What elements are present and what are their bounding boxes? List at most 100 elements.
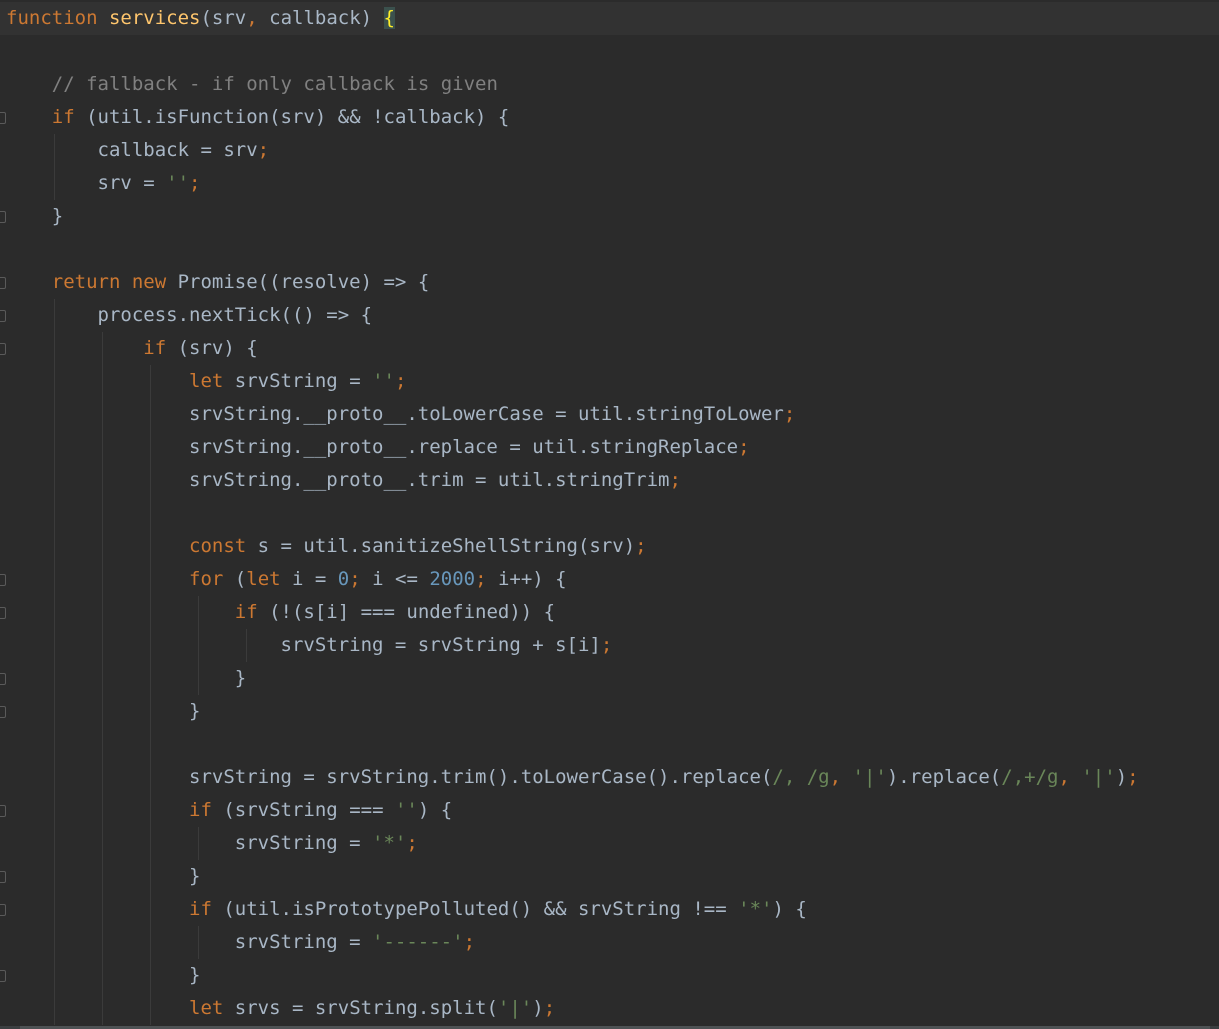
code-line-text: srvString.__proto__.trim = util.stringTr…	[6, 464, 681, 497]
token-plain: srvString = srvString.trim().toLowerCase…	[6, 766, 773, 788]
fold-marker-icon[interactable]	[0, 310, 6, 322]
code-line[interactable]: srvString.__proto__.toLowerCase = util.s…	[0, 398, 1219, 431]
fold-marker-icon[interactable]	[0, 112, 6, 124]
code-line[interactable]: srvString = srvString + s[i];	[0, 629, 1219, 662]
token-keyword: ;	[257, 139, 270, 161]
indent-guide	[198, 926, 199, 959]
token-comment: // fallback - if only callback is given	[51, 73, 498, 95]
token-keyword: for	[189, 568, 224, 590]
code-line[interactable]: if (srv) {	[0, 332, 1219, 365]
code-line[interactable]: if (srvString === '') {	[0, 794, 1219, 827]
code-line[interactable]: if (!(s[i] === undefined)) {	[0, 596, 1219, 629]
token-plain: (util.isPrototypePolluted() && srvString…	[211, 898, 739, 920]
code-line[interactable]: }	[0, 959, 1219, 992]
token-keyword: ;	[600, 634, 613, 656]
code-line-text: if (util.isFunction(srv) && !callback) {	[6, 101, 510, 134]
code-editor[interactable]: function services(srv, callback) { // fa…	[0, 0, 1219, 1029]
token-plain: srvString = srvString + s[i]	[6, 634, 601, 656]
code-line-text: }	[6, 695, 200, 728]
fold-marker-icon[interactable]	[0, 277, 6, 289]
code-line[interactable]: // fallback - if only callback is given	[0, 68, 1219, 101]
token-plain: srvString.__proto__.trim = util.stringTr…	[6, 469, 670, 491]
code-line-text: }	[6, 200, 63, 233]
code-line[interactable]: const s = util.sanitizeShellString(srv);	[0, 530, 1219, 563]
fold-marker-icon[interactable]	[0, 805, 6, 817]
token-plain: }	[6, 205, 64, 227]
code-line-text: if (!(s[i] === undefined)) {	[6, 596, 555, 629]
fold-marker-icon[interactable]	[0, 607, 6, 619]
token-keyword: let	[189, 997, 224, 1019]
code-line-text: }	[6, 860, 200, 893]
code-line-text: srvString.__proto__.replace = util.strin…	[6, 431, 750, 464]
code-line-text: let srvs = srvString.split('|');	[6, 992, 555, 1025]
code-line[interactable]: srvString = '------';	[0, 926, 1219, 959]
indent-guide	[198, 827, 199, 860]
code-line[interactable]: srvString = srvString.trim().toLowerCase…	[0, 761, 1219, 794]
token-plain: }	[6, 865, 201, 887]
code-line[interactable]: }	[0, 200, 1219, 233]
token-string: '*'	[372, 832, 407, 854]
token-keyword: if	[234, 601, 258, 623]
code-line[interactable]	[0, 233, 1219, 266]
token-plain: (util.isFunction(srv) && !callback) {	[74, 106, 510, 128]
code-line[interactable]: for (let i = 0; i <= 2000; i++) {	[0, 563, 1219, 596]
fold-marker-icon[interactable]	[0, 904, 6, 916]
code-line[interactable]: srvString = '*';	[0, 827, 1219, 860]
code-line[interactable]: }	[0, 860, 1219, 893]
code-line[interactable]	[0, 35, 1219, 68]
fold-marker-icon[interactable]	[0, 871, 6, 883]
fold-marker-icon[interactable]	[0, 673, 6, 685]
code-line[interactable]: srvString.__proto__.replace = util.strin…	[0, 431, 1219, 464]
code-line-text: process.nextTick(() => {	[6, 299, 373, 332]
code-line[interactable]	[0, 497, 1219, 530]
indent-guide	[54, 299, 55, 1025]
code-line[interactable]: return new Promise((resolve) => {	[0, 266, 1219, 299]
fold-marker-icon[interactable]	[0, 211, 6, 223]
token-plain: srvString.__proto__.toLowerCase = util.s…	[6, 403, 784, 425]
fold-marker-icon[interactable]	[0, 343, 6, 355]
token-keyword: ;	[406, 832, 418, 854]
token-plain: (srv	[200, 7, 247, 29]
code-line[interactable]: process.nextTick(() => {	[0, 299, 1219, 332]
fold-marker-icon[interactable]	[0, 970, 6, 982]
token-string: /, /g	[772, 766, 830, 788]
code-line[interactable]: }	[0, 662, 1219, 695]
indent-guide	[102, 332, 103, 1025]
token-plain: i++) {	[486, 568, 567, 590]
token-plain: (!(s[i] === undefined)) {	[257, 601, 556, 623]
token-plain: i <=	[360, 568, 430, 590]
token-plain: ) {	[772, 898, 807, 920]
fold-marker-icon[interactable]	[0, 706, 6, 718]
token-plain: srvString =	[6, 832, 373, 854]
code-line[interactable]: function services(srv, callback) {	[0, 2, 1219, 35]
code-line[interactable]: if (util.isFunction(srv) && !callback) {	[0, 101, 1219, 134]
indent-guide	[198, 596, 199, 695]
token-keyword: ;	[394, 370, 407, 392]
token-plain: }	[6, 964, 201, 986]
code-line[interactable]: let srvs = srvString.split('|');	[0, 992, 1219, 1025]
token-plain: (srv) {	[166, 337, 258, 359]
code-line[interactable]: }	[0, 695, 1219, 728]
code-line[interactable]: srv = '';	[0, 167, 1219, 200]
indent-guide	[150, 365, 151, 1025]
code-line[interactable]	[0, 728, 1219, 761]
code-line-text: function services(srv, callback) {	[6, 2, 395, 35]
token-plain: srvString =	[6, 931, 373, 953]
code-line[interactable]: let srvString = '';	[0, 365, 1219, 398]
code-line-text: }	[6, 662, 246, 695]
code-line[interactable]: callback = srv;	[0, 134, 1219, 167]
code-line-text: srvString = '------';	[6, 926, 475, 959]
token-plain: i =	[280, 568, 338, 590]
token-keyword: ,	[1058, 766, 1070, 788]
fold-marker-icon[interactable]	[0, 574, 6, 586]
token-keyword: ;	[635, 535, 647, 557]
code-line[interactable]: if (util.isPrototypePolluted() && srvStr…	[0, 893, 1219, 926]
code-line[interactable]: srvString.__proto__.trim = util.stringTr…	[0, 464, 1219, 497]
token-keyword: ;	[669, 469, 681, 491]
